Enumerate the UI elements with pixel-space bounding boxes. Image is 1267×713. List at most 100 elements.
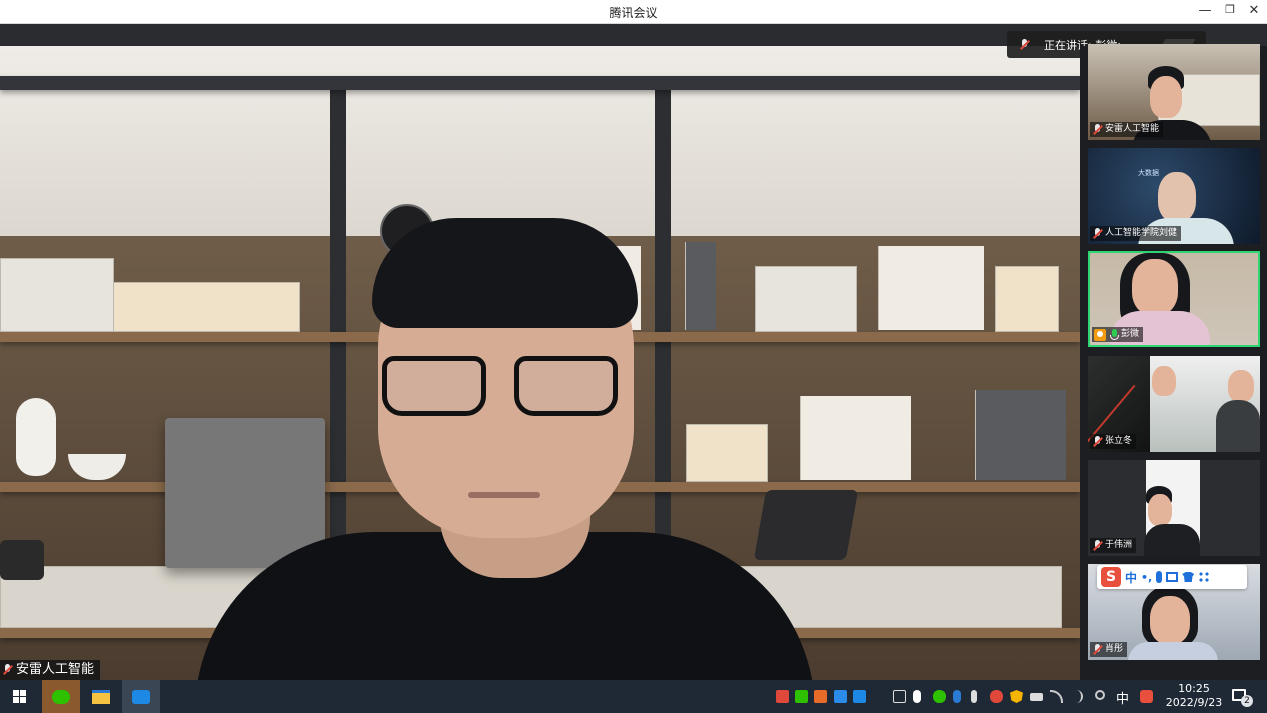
mouse-icon[interactable] [913, 690, 921, 703]
folder-icon [92, 689, 110, 704]
voice-input-icon[interactable] [1156, 571, 1163, 583]
participant-name-tag: 肖彤 [1090, 642, 1128, 657]
glasses-lens [382, 356, 486, 416]
taskbar-tencent-meeting[interactable] [122, 680, 160, 713]
keyboard-icon[interactable] [1166, 572, 1179, 582]
mic-on-icon [1110, 328, 1119, 341]
glasses-lens [514, 356, 618, 416]
windows-start-button[interactable] [0, 680, 38, 713]
participant-face [1148, 494, 1172, 526]
participant-tile[interactable]: 于伟洲 [1088, 460, 1260, 556]
tray-app-icon[interactable] [834, 690, 847, 703]
camera-icon [0, 540, 44, 580]
main-video[interactable] [0, 46, 1080, 680]
task-view-icon[interactable] [893, 690, 906, 703]
tray-app-icon[interactable] [814, 690, 827, 703]
wechat-icon [52, 689, 70, 704]
pen-icon[interactable] [1095, 690, 1105, 700]
participant-tile-active[interactable]: 彭微 [1088, 251, 1260, 347]
participant-name: 安雷人工智能 [1105, 124, 1160, 134]
background-wall [0, 46, 1080, 236]
participant-name: 肖彤 [1105, 644, 1124, 654]
participant-face [1152, 366, 1176, 396]
notification-center-button[interactable]: 2 [1232, 688, 1253, 707]
participant-tile[interactable]: 大数据 人工智能学院刘健 [1088, 148, 1260, 244]
bluetooth-icon[interactable] [953, 690, 961, 703]
shield-icon[interactable] [1010, 690, 1023, 703]
books [878, 246, 984, 330]
ime-mode-toggle[interactable]: 中 [1125, 569, 1137, 586]
participant-face [1132, 259, 1178, 315]
taskbar-file-explorer[interactable] [82, 680, 120, 713]
wechat-tray-icon[interactable] [795, 690, 808, 703]
shelf-rail [0, 76, 1080, 90]
windows-logo-icon [12, 690, 26, 703]
mic-muted-icon [1092, 435, 1103, 448]
participant-face [1158, 172, 1196, 222]
volume-icon[interactable] [1070, 690, 1083, 703]
sogou-logo-icon[interactable]: S [1101, 567, 1121, 587]
wps-icon[interactable] [776, 690, 789, 703]
storage-box [113, 282, 300, 332]
taskbar-wechat[interactable] [42, 680, 80, 713]
tray-meeting-icon[interactable] [853, 690, 866, 703]
participant-name: 人工智能学院刘健 [1105, 228, 1178, 238]
input-language-indicator[interactable]: 中 [1116, 688, 1129, 707]
mic-muted-icon [1092, 123, 1103, 136]
sogou-tray-icon[interactable] [1140, 690, 1153, 703]
participant-name: 张立冬 [1105, 436, 1133, 446]
battery-icon[interactable] [1030, 693, 1043, 701]
clock-time: 10:25 [1178, 682, 1210, 695]
host-icon [1094, 328, 1106, 341]
restore-button[interactable]: ❐ [1218, 3, 1242, 16]
storage-box [755, 266, 857, 332]
storage-box [995, 266, 1059, 332]
clock-date: 2022/9/23 [1165, 696, 1223, 709]
tencent-meeting-icon [132, 689, 150, 704]
participant-name-tag: 彭微 [1092, 327, 1144, 342]
mic-muted-icon [1092, 643, 1103, 656]
ime-toolbar[interactable]: S 中 •, [1097, 565, 1247, 589]
participant-tile[interactable]: 张立冬 [1088, 356, 1260, 452]
presenter-glasses [382, 356, 622, 420]
participant-body [1128, 642, 1218, 660]
participant-name-tag: 张立冬 [1090, 434, 1137, 449]
notification-count-badge: 2 [1241, 695, 1253, 707]
skin-icon[interactable] [1182, 572, 1195, 582]
toolbox-icon[interactable] [1198, 571, 1211, 583]
participant-face [1150, 596, 1190, 644]
mic-muted-icon [2, 664, 13, 676]
close-button[interactable]: ✕ [1242, 3, 1266, 18]
presenter-mouth [468, 492, 540, 498]
books [685, 242, 716, 330]
participant-name: 彭微 [1121, 329, 1140, 339]
mic-muted-icon [1092, 227, 1103, 240]
participant-body [1144, 524, 1200, 556]
title-bar: 腾讯会议 — ❐ ✕ [0, 0, 1267, 24]
participant-name: 于伟洲 [1105, 540, 1133, 550]
security-icon[interactable] [990, 690, 1003, 703]
participant-face [1150, 76, 1182, 118]
microphone-icon[interactable] [971, 690, 977, 703]
mic-icon [1019, 38, 1030, 51]
vase [16, 398, 56, 476]
background-overlay-text: 大数据 [1138, 169, 1159, 177]
wifi-icon[interactable] [1050, 690, 1063, 703]
taskbar: 中 [0, 680, 1267, 713]
ime-punct-toggle[interactable]: •, [1141, 571, 1152, 584]
wechat-tray-icon[interactable] [933, 690, 946, 703]
window-title: 腾讯会议 [609, 6, 658, 20]
participant-body [1216, 400, 1260, 452]
minimize-button[interactable]: — [1193, 3, 1217, 18]
main-video-name-tag: 安雷人工智能 [0, 660, 101, 680]
participant-name-tag: 人工智能学院刘健 [1090, 226, 1182, 241]
participant-name-tag: 安雷人工智能 [1090, 122, 1164, 137]
system-clock[interactable]: 10:25 2022/9/23 [1162, 682, 1226, 710]
books [975, 390, 1066, 480]
tablet [753, 490, 859, 560]
mic-muted-icon [1092, 539, 1103, 552]
participant-name-tag: 于伟洲 [1090, 538, 1137, 553]
participant-face [1228, 370, 1254, 402]
participant-tile[interactable]: 安雷人工智能 [1088, 44, 1260, 140]
storage-box [0, 258, 114, 332]
